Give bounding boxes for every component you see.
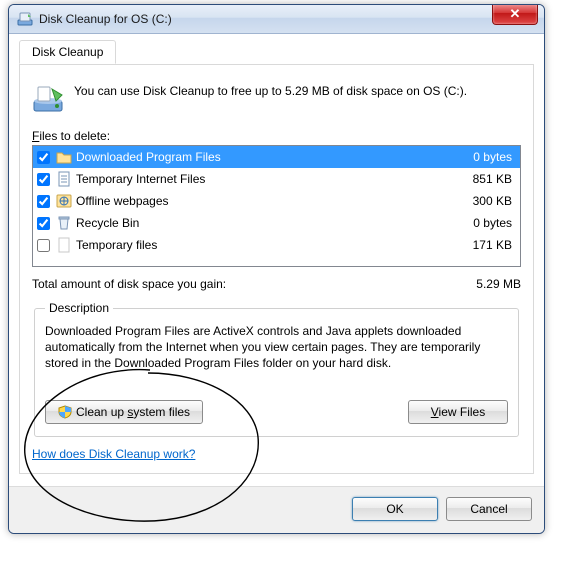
disk-cleanup-icon bbox=[17, 11, 33, 27]
total-label: Total amount of disk space you gain: bbox=[32, 277, 441, 291]
list-item[interactable]: Temporary Internet Files 851 KB bbox=[33, 168, 520, 190]
dialog-body: Disk Cleanup You can use Disk Cleanup to… bbox=[9, 34, 544, 486]
files-to-delete-label: Files to delete: bbox=[32, 129, 521, 143]
cleanup-system-files-button[interactable]: Clean up system files bbox=[45, 400, 203, 424]
file-size: 0 bytes bbox=[442, 216, 516, 230]
ok-button[interactable]: OK bbox=[352, 497, 438, 521]
file-type-icon bbox=[56, 237, 72, 253]
list-item[interactable]: Recycle Bin 0 bytes bbox=[33, 212, 520, 234]
description-text: Downloaded Program Files are ActiveX con… bbox=[45, 323, 508, 372]
total-row: Total amount of disk space you gain: 5.2… bbox=[32, 277, 521, 291]
help-link[interactable]: How does Disk Cleanup work? bbox=[32, 447, 195, 461]
list-item[interactable]: Offline webpages 300 KB bbox=[33, 190, 520, 212]
close-icon: ✕ bbox=[510, 6, 521, 22]
total-value: 5.29 MB bbox=[441, 277, 521, 291]
list-item[interactable]: Downloaded Program Files 0 bytes bbox=[33, 146, 520, 168]
file-name: Recycle Bin bbox=[76, 216, 438, 230]
window-title: Disk Cleanup for OS (C:) bbox=[39, 12, 172, 26]
close-button[interactable]: ✕ bbox=[492, 4, 538, 25]
file-size: 0 bytes bbox=[442, 150, 516, 164]
file-type-icon bbox=[56, 215, 72, 231]
files-listbox[interactable]: Downloaded Program Files 0 bytes Temporary… bbox=[32, 145, 521, 267]
file-name: Offline webpages bbox=[76, 194, 438, 208]
file-size: 851 KB bbox=[442, 172, 516, 186]
cancel-button[interactable]: Cancel bbox=[446, 497, 532, 521]
file-size: 171 KB bbox=[442, 238, 516, 252]
tab-disk-cleanup[interactable]: Disk Cleanup bbox=[19, 40, 116, 64]
dialog-button-bar: OK Cancel bbox=[9, 486, 544, 533]
file-checkbox[interactable] bbox=[37, 217, 50, 230]
file-name: Temporary Internet Files bbox=[76, 172, 438, 186]
description-legend: Description bbox=[45, 301, 113, 315]
intro-text: You can use Disk Cleanup to free up to 5… bbox=[74, 83, 467, 99]
file-name: Downloaded Program Files bbox=[76, 150, 438, 164]
file-type-icon bbox=[56, 171, 72, 187]
file-checkbox[interactable] bbox=[37, 173, 50, 186]
disk-cleanup-dialog: Disk Cleanup for OS (C:) ✕ Disk Cleanup bbox=[8, 4, 545, 534]
list-item[interactable]: Temporary files 171 KB bbox=[33, 234, 520, 256]
file-size: 300 KB bbox=[442, 194, 516, 208]
view-files-button[interactable]: View Files bbox=[408, 400, 508, 424]
description-group: Description Downloaded Program Files are… bbox=[34, 301, 519, 437]
file-checkbox[interactable] bbox=[37, 195, 50, 208]
file-checkbox[interactable] bbox=[37, 151, 50, 164]
shield-icon bbox=[58, 405, 72, 419]
intro-section: You can use Disk Cleanup to free up to 5… bbox=[32, 83, 521, 115]
file-name: Temporary files bbox=[76, 238, 438, 252]
titlebar[interactable]: Disk Cleanup for OS (C:) ✕ bbox=[9, 5, 544, 34]
file-checkbox[interactable] bbox=[37, 239, 50, 252]
file-type-icon bbox=[56, 193, 72, 209]
file-type-icon bbox=[56, 149, 72, 165]
tab-content: Disk Cleanup You can use Disk Cleanup to… bbox=[19, 64, 534, 474]
cleanup-hero-icon bbox=[32, 83, 64, 115]
